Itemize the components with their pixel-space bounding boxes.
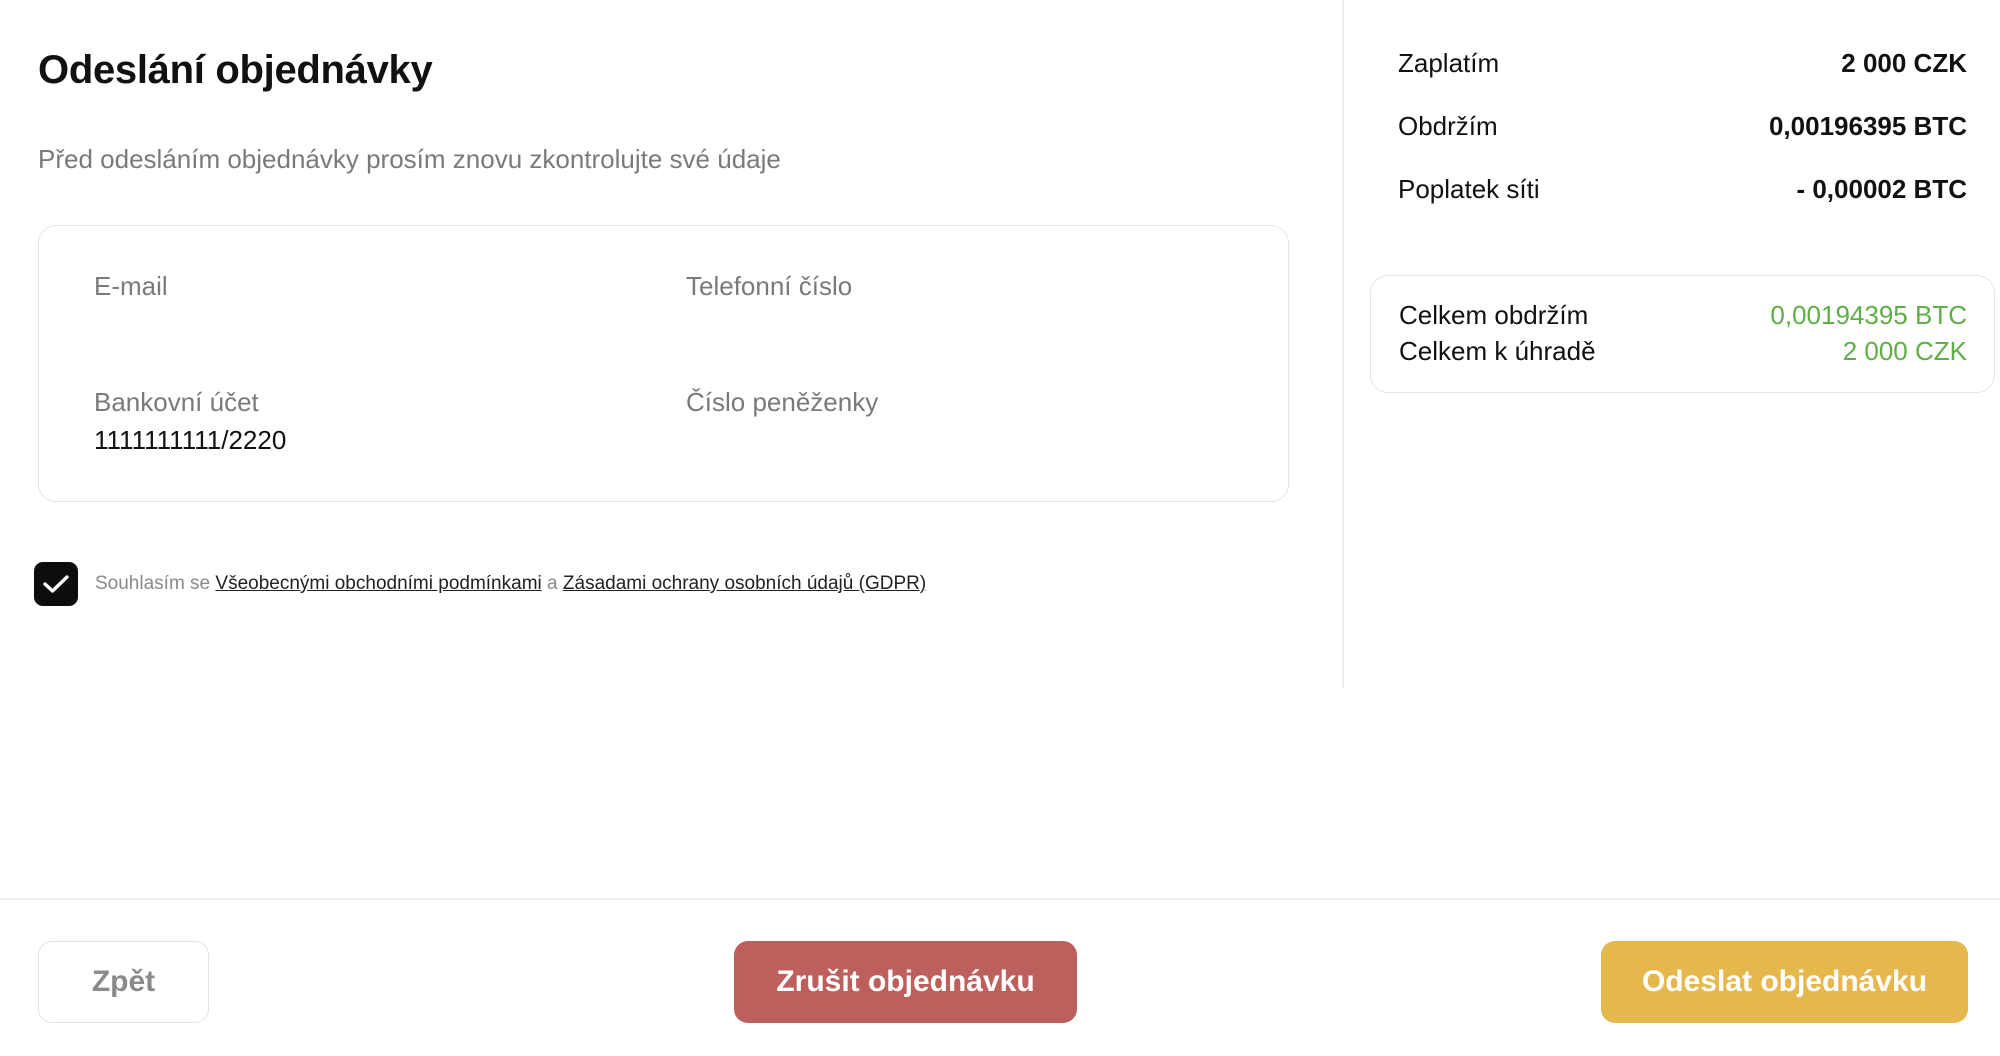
- total-value: 0,00194395 BTC: [1770, 300, 1967, 330]
- phone-field: Telefonní číslo: [686, 270, 852, 306]
- email-field: E-mail: [94, 270, 168, 306]
- summary-label: Zaplatím: [1398, 48, 1500, 78]
- total-value: 2 000 CZK: [1842, 336, 1967, 366]
- summary-label: Poplatek síti: [1398, 174, 1540, 204]
- summary-value: 0,00196395 BTC: [1768, 111, 1967, 141]
- gdpr-link[interactable]: Zásadami ochrany osobních údajů (GDPR): [563, 573, 926, 594]
- customer-details-card: E-mail Telefonní číslo Bankovní účet 111…: [38, 225, 1289, 502]
- back-button[interactable]: Zpět: [38, 941, 209, 1023]
- order-details-panel: Odeslání objednávky Před odesláním objed…: [0, 0, 1342, 898]
- wallet-number-field: Číslo peněženky: [686, 386, 878, 444]
- bank-account-field: Bankovní účet 1111111111/2220: [94, 386, 286, 458]
- submit-order-button[interactable]: Odeslat objednávku: [1601, 941, 1968, 1023]
- summary-row-pay: Zaplatím 2 000 CZK: [1398, 48, 1967, 79]
- consent-prefix: Souhlasím se: [95, 573, 211, 594]
- total-label: Celkem obdržím: [1399, 300, 1589, 330]
- total-pay-row: Celkem k úhradě 2 000 CZK: [1399, 336, 1967, 367]
- summary-label: Obdržím: [1398, 111, 1498, 141]
- order-submit-page: Odeslání objednávky Před odesláním objed…: [0, 0, 2000, 1056]
- cancel-order-button[interactable]: Zrušit objednávku: [734, 941, 1077, 1023]
- order-summary-panel: Zaplatím 2 000 CZK Obdržím 0,00196395 BT…: [1343, 0, 2000, 688]
- consent-conjunction: a: [547, 573, 558, 594]
- page-subtitle: Před odesláním objednávky prosím znovu z…: [38, 144, 781, 174]
- phone-label: Telefonní číslo: [686, 271, 853, 301]
- bank-account-value: 1111111111/2220: [94, 425, 287, 455]
- summary-value: - 0,00002 BTC: [1796, 174, 1967, 204]
- page-title: Odeslání objednávky: [38, 48, 433, 92]
- terms-link[interactable]: Všeobecnými obchodními podmínkami: [215, 573, 541, 594]
- summary-value: 2 000 CZK: [1841, 48, 1967, 78]
- total-receive-row: Celkem obdržím 0,00194395 BTC: [1399, 300, 1967, 331]
- wallet-number-value: [686, 422, 878, 444]
- total-label: Celkem k úhradě: [1399, 336, 1596, 366]
- checkmark-icon: [43, 575, 69, 593]
- summary-row-network-fee: Poplatek síti - 0,00002 BTC: [1398, 174, 1967, 205]
- summary-row-receive: Obdržím 0,00196395 BTC: [1398, 111, 1967, 142]
- terms-consent: Souhlasím se Všeobecnými obchodními podm…: [34, 562, 926, 606]
- wallet-number-label: Číslo peněženky: [686, 387, 879, 417]
- footer-divider: [0, 898, 2000, 900]
- totals-card: Celkem obdržím 0,00194395 BTC Celkem k ú…: [1370, 275, 1995, 393]
- email-label: E-mail: [94, 271, 168, 301]
- consent-checkbox[interactable]: [34, 562, 78, 606]
- bank-account-label: Bankovní účet: [94, 387, 259, 417]
- consent-text: Souhlasím se Všeobecnými obchodními podm…: [95, 573, 926, 595]
